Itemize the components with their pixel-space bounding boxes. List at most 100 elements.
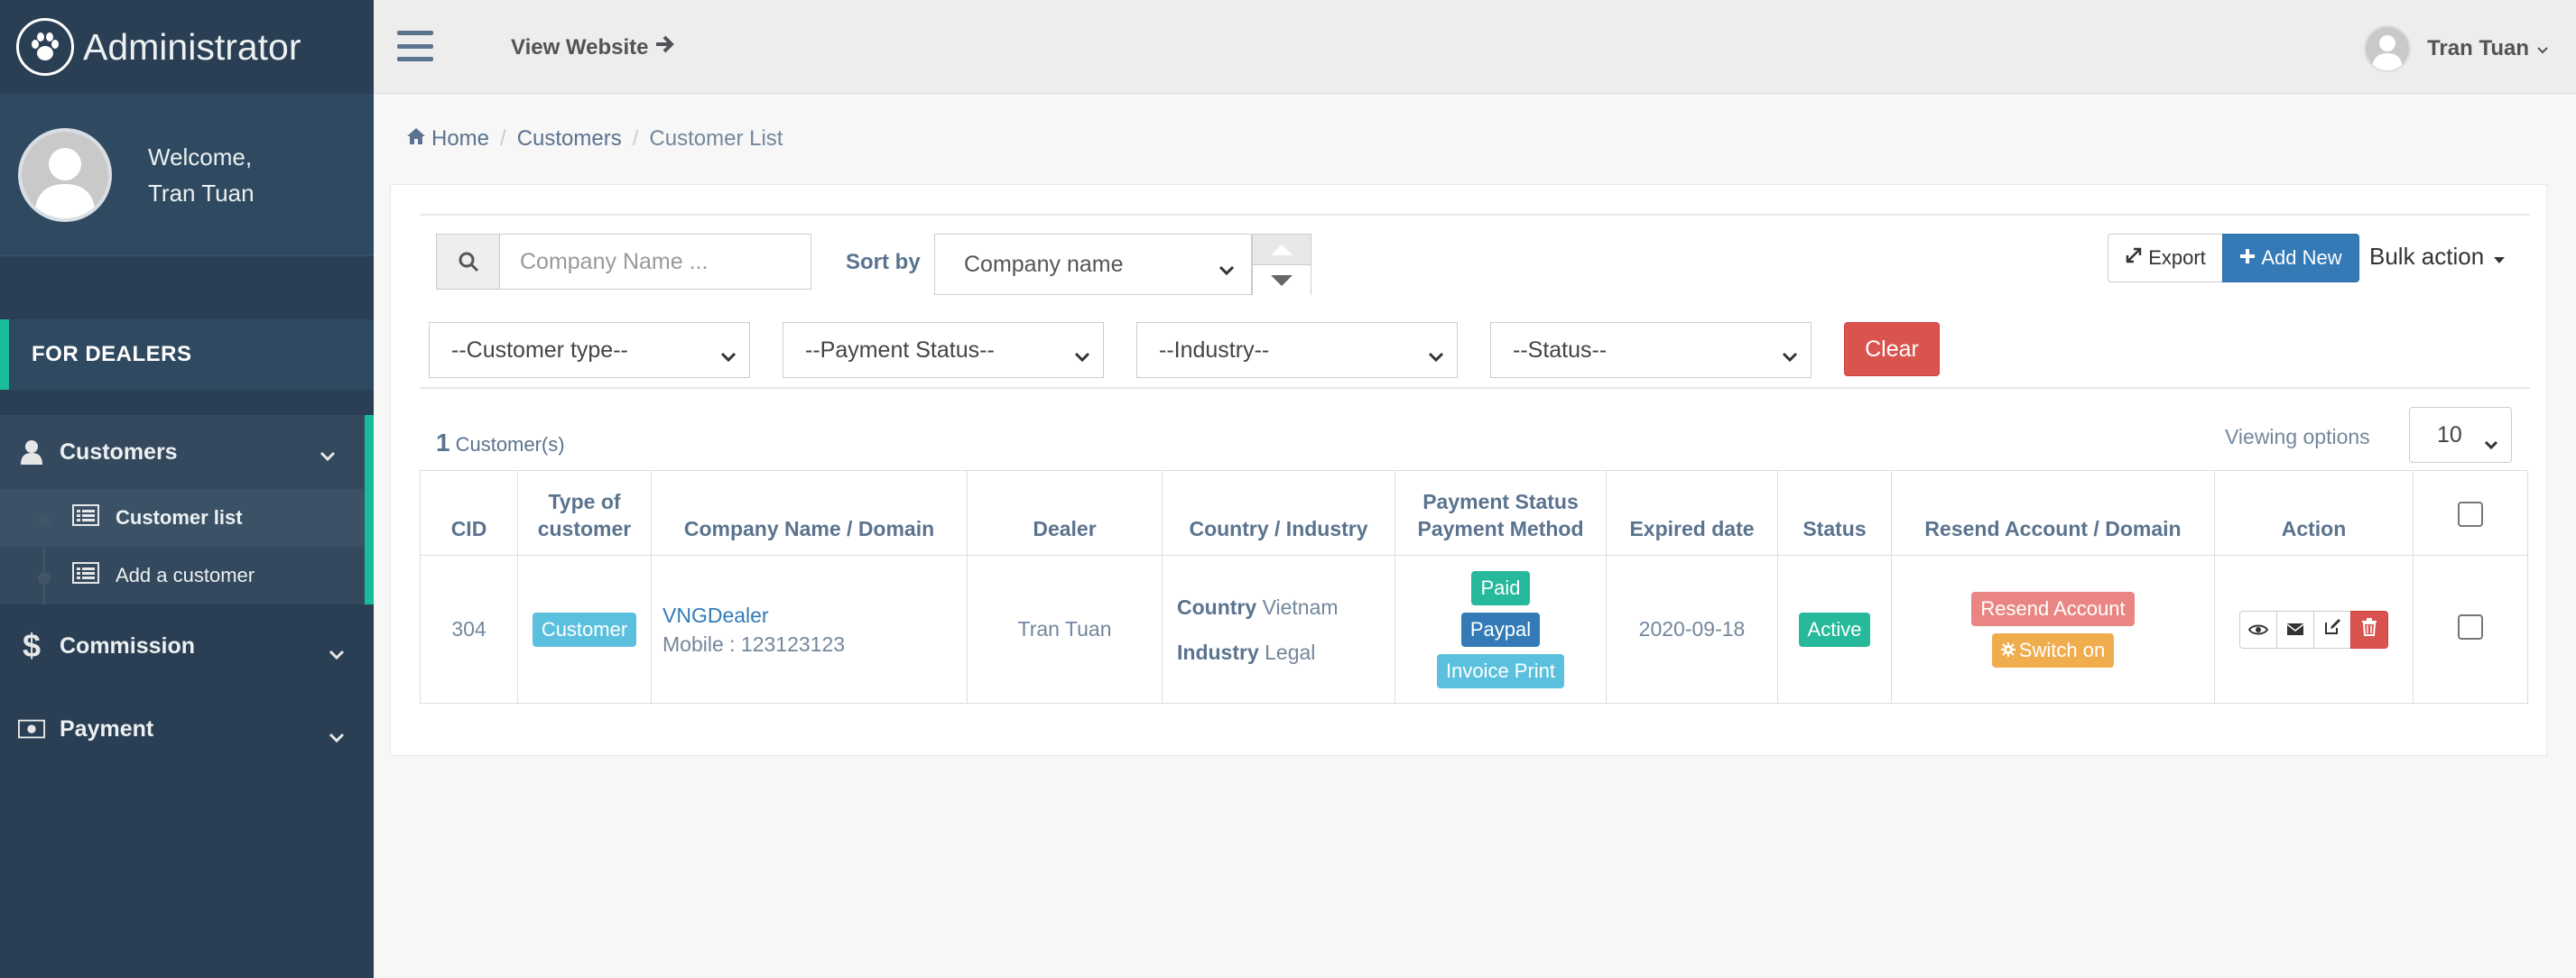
- sort-desc-button[interactable]: [1253, 265, 1311, 295]
- select-all-checkbox[interactable]: [2458, 502, 2483, 527]
- industry-value: Legal: [1265, 640, 1316, 664]
- caret-down-icon: [2493, 243, 2506, 271]
- per-page-select[interactable]: 10: [2409, 407, 2512, 463]
- cell-type: Customer: [517, 555, 652, 704]
- edit-button[interactable]: [2312, 610, 2351, 649]
- chevron-down-icon: [320, 442, 336, 468]
- switch-on-button[interactable]: Switch on: [1991, 632, 2115, 668]
- cell-dealer: Tran Tuan: [967, 555, 1163, 704]
- resend-account-button[interactable]: Resend Account: [1971, 591, 2135, 626]
- dollar-icon: $: [22, 627, 42, 664]
- cell-action: [2214, 555, 2414, 704]
- result-count: 1 Customer(s): [436, 429, 565, 457]
- industry-select[interactable]: --Industry--: [1136, 322, 1458, 378]
- bulk-action-dropdown[interactable]: Bulk action: [2369, 243, 2506, 271]
- gear-icon: [2000, 639, 2015, 662]
- email-button[interactable]: [2275, 610, 2314, 649]
- header-expired: Expired date: [1606, 470, 1778, 556]
- submenu-dot: [38, 572, 51, 585]
- profile-name: Tran Tuan: [148, 179, 255, 207]
- sidebar-item-customer-list[interactable]: Customer list: [0, 489, 365, 547]
- clear-button[interactable]: Clear: [1844, 322, 1940, 376]
- company-link[interactable]: VNGDealer: [663, 601, 956, 630]
- cell-country-industry: Country Vietnam Industry Legal: [1162, 555, 1395, 704]
- money-icon: [18, 719, 45, 739]
- sidebar-item-customers[interactable]: Customers: [0, 415, 374, 489]
- envelope-icon: [2286, 617, 2304, 641]
- payment-status-value: --Payment Status--: [805, 337, 995, 363]
- header-action: Action: [2214, 470, 2414, 556]
- industry-value: --Industry--: [1159, 337, 1270, 363]
- chevron-down-icon: [2484, 429, 2498, 456]
- breadcrumb-home[interactable]: Home: [431, 126, 489, 152]
- country-value: Vietnam: [1262, 595, 1339, 619]
- add-new-button[interactable]: Add New: [2222, 234, 2359, 282]
- sort-asc-button[interactable]: [1253, 235, 1311, 265]
- header-type: Type of customer: [517, 470, 652, 556]
- arrow-right-icon: [654, 34, 676, 60]
- customer-list-panel: Sort by Company name Export Add New Bulk…: [390, 184, 2547, 756]
- chevron-down-icon: [2536, 36, 2549, 61]
- result-count-number: 1: [436, 429, 450, 457]
- breadcrumb-customers[interactable]: Customers: [517, 126, 622, 152]
- breadcrumb: Home / Customers / Customer List: [406, 126, 783, 152]
- chevron-down-icon: [720, 343, 737, 369]
- sort-direction: [1252, 234, 1311, 295]
- list-icon: [72, 562, 99, 589]
- per-page-value: 10: [2437, 421, 2462, 447]
- profile-block: Welcome, Tran Tuan: [0, 94, 374, 256]
- export-button[interactable]: Export: [2108, 234, 2223, 282]
- row-actions: [2238, 610, 2388, 649]
- sidebar-item-commission[interactable]: $ Commission: [0, 604, 374, 687]
- sort-select[interactable]: Company name: [934, 234, 1252, 295]
- customer-type-select[interactable]: --Customer type--: [429, 322, 750, 378]
- view-button[interactable]: [2238, 610, 2277, 649]
- search-input[interactable]: [499, 234, 811, 290]
- sidebar-item-payment[interactable]: Payment: [0, 687, 374, 770]
- chevron-down-icon: [1428, 343, 1444, 369]
- country-label: Country: [1177, 595, 1257, 619]
- divider: [420, 387, 2530, 389]
- status-select[interactable]: --Status--: [1490, 322, 1812, 378]
- delete-button[interactable]: [2349, 610, 2388, 649]
- chevron-down-icon: [1074, 343, 1090, 369]
- header-type-line2: customer: [537, 517, 632, 540]
- search-icon[interactable]: [436, 234, 499, 290]
- status-value: --Status--: [1513, 337, 1608, 363]
- switch-on-label: Switch on: [2018, 638, 2106, 661]
- sidebar-item-add-customer[interactable]: Add a customer: [0, 547, 365, 604]
- list-icon: [72, 504, 99, 531]
- user-menu[interactable]: Tran Tuan: [2364, 25, 2549, 72]
- sidebar: Administrator Welcome, Tran Tuan FOR DEA…: [0, 0, 374, 978]
- payment-status-badge: Paid: [1471, 570, 1530, 605]
- row-checkbox[interactable]: [2458, 614, 2483, 640]
- header-payment: Payment Status Payment Method: [1395, 470, 1607, 556]
- header-company: Company Name / Domain: [651, 470, 968, 556]
- brand[interactable]: Administrator: [0, 0, 374, 94]
- top-nav: View Website Tran Tuan: [374, 0, 2576, 94]
- eye-icon: [2247, 617, 2268, 641]
- divider: [420, 214, 2530, 216]
- caret-down-icon: [1271, 274, 1293, 286]
- payment-method-badge: Paypal: [1460, 612, 1541, 647]
- sort-selected: Company name: [964, 251, 1124, 277]
- header-status: Status: [1777, 470, 1892, 556]
- result-count-label: Customer(s): [455, 433, 565, 456]
- customer-table: CID Type of customer Company Name / Doma…: [420, 470, 2528, 704]
- invoice-print-button[interactable]: Invoice Print: [1436, 653, 1565, 688]
- plus-icon: [2239, 246, 2256, 270]
- payment-status-select[interactable]: --Payment Status--: [783, 322, 1104, 378]
- status-badge: Active: [1798, 612, 1871, 647]
- bars-icon[interactable]: [397, 31, 433, 61]
- cell-status: Active: [1777, 555, 1892, 704]
- home-icon: [406, 126, 426, 152]
- view-website-link[interactable]: View Website: [511, 34, 676, 60]
- expand-icon: [2125, 246, 2143, 270]
- add-new-label: Add New: [2261, 246, 2342, 269]
- header-dealer: Dealer: [967, 470, 1163, 556]
- table-header-row: CID Type of customer Company Name / Doma…: [420, 470, 2528, 556]
- sidebar-item-label: Customers: [60, 438, 178, 465]
- section-label: FOR DEALERS: [0, 319, 374, 390]
- sort-label: Sort by: [846, 250, 921, 274]
- chevron-down-icon: [1782, 343, 1798, 369]
